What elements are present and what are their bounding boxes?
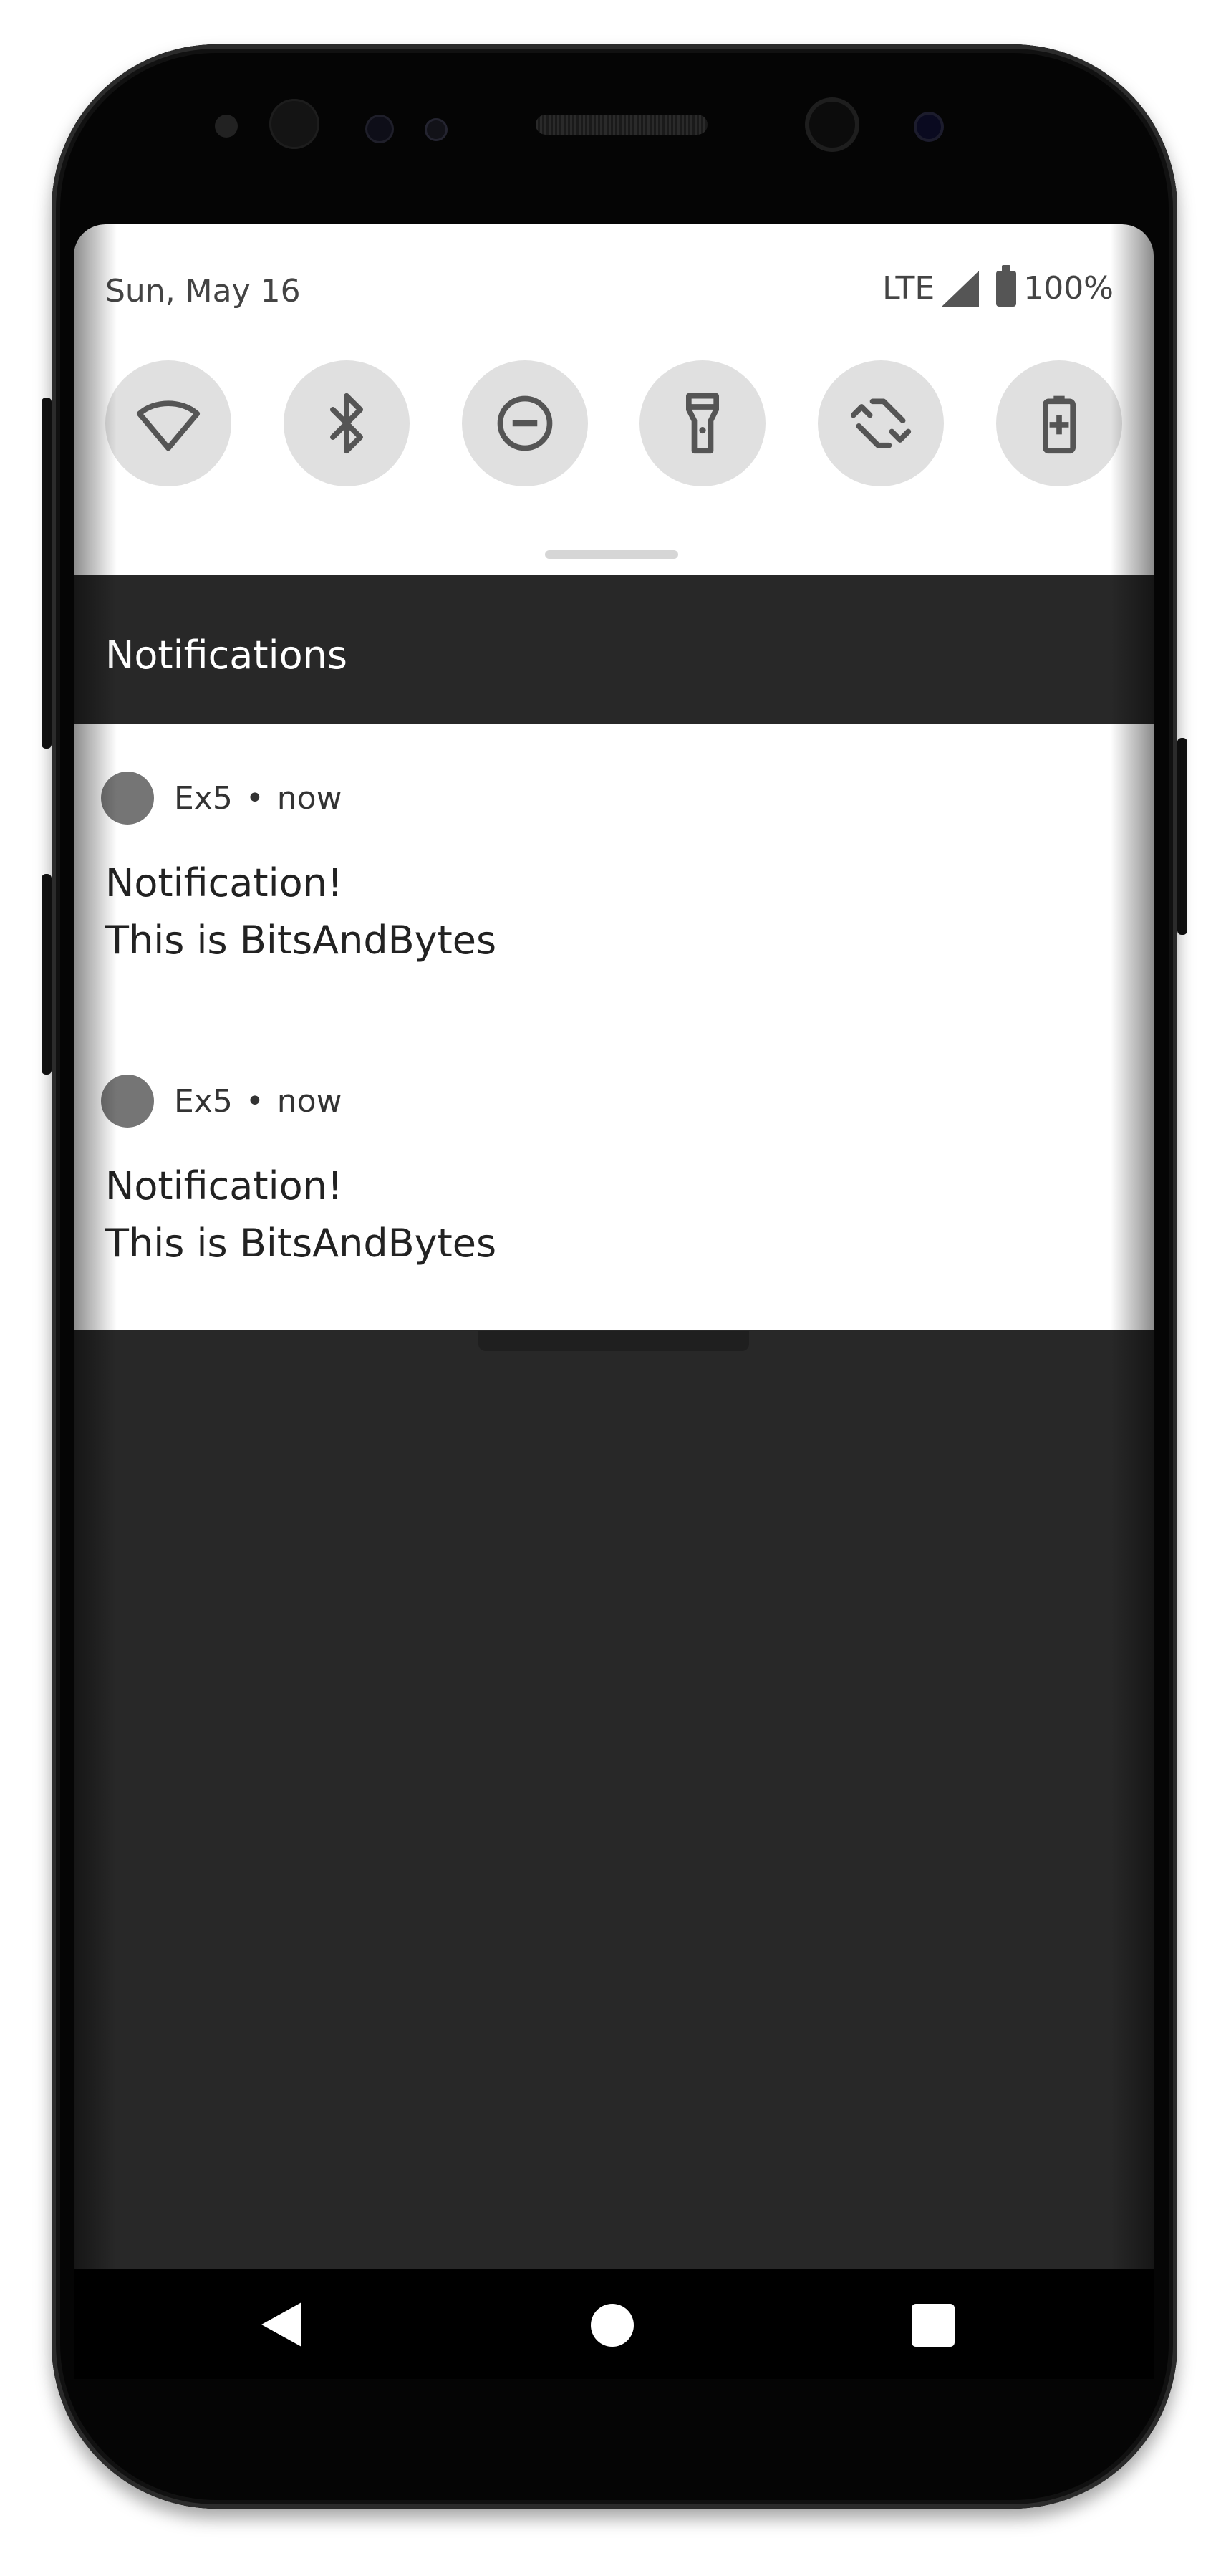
notifications-header: Notifications <box>105 633 347 678</box>
separator-dot: • <box>245 779 264 817</box>
notification-title: Notification! <box>105 1163 343 1208</box>
light-sensor <box>365 115 394 143</box>
notification-time: now <box>276 779 342 817</box>
home-icon[interactable] <box>591 2304 634 2347</box>
battery-icon <box>996 264 1017 307</box>
app-icon <box>101 772 154 825</box>
auto-rotate-icon <box>851 398 912 448</box>
flashlight-icon <box>686 393 720 454</box>
earpiece-speaker <box>536 115 708 135</box>
navigation-bar <box>74 2269 1154 2379</box>
quick-settings-tiles <box>105 360 1122 486</box>
wifi-icon <box>136 400 201 451</box>
notification-body: This is BitsAndBytes <box>105 918 497 963</box>
battery-saver-tile[interactable] <box>995 360 1122 486</box>
notification-header-row: Ex5 • now <box>101 1075 342 1128</box>
notification-header-row: Ex5 • now <box>101 772 342 825</box>
notification-time: now <box>276 1082 342 1120</box>
iris-sensor <box>269 99 319 149</box>
front-camera <box>805 97 859 152</box>
volume-up-button <box>42 398 52 749</box>
iris-camera <box>914 112 944 142</box>
status-indicators: LTE 100% <box>882 264 1114 307</box>
card-shadow <box>478 1331 749 1351</box>
network-type: LTE <box>882 270 935 307</box>
battery-saver-icon <box>1042 395 1076 454</box>
auto-rotate-tile[interactable] <box>818 360 945 486</box>
wifi-tile[interactable] <box>105 360 231 486</box>
bluetooth-tile[interactable] <box>283 360 410 486</box>
bluetooth-icon <box>329 393 363 454</box>
proximity-sensor <box>215 115 238 138</box>
volume-down-button <box>42 874 52 1075</box>
app-name: Ex5 <box>174 779 233 817</box>
do-not-disturb-icon <box>497 395 552 451</box>
notification-card[interactable]: Ex5 • now Notification! This is BitsAndB… <box>74 1027 1154 1330</box>
app-name: Ex5 <box>174 1082 233 1120</box>
notification-body: This is BitsAndBytes <box>105 1221 497 1266</box>
recents-icon[interactable] <box>912 2304 955 2347</box>
power-button <box>1177 738 1187 935</box>
flashlight-tile[interactable] <box>639 360 766 486</box>
signal-icon <box>942 270 980 307</box>
separator-dot: • <box>245 1082 264 1120</box>
back-icon[interactable] <box>261 2302 301 2347</box>
panel-drag-handle[interactable] <box>545 550 678 559</box>
status-date: Sun, May 16 <box>105 273 301 309</box>
quick-settings-panel: Sun, May 16 LTE 100% <box>74 224 1154 575</box>
notification-card[interactable]: Ex5 • now Notification! This is BitsAndB… <box>74 724 1154 1027</box>
app-icon <box>101 1075 154 1128</box>
led-indicator <box>425 118 448 141</box>
notification-title: Notification! <box>105 860 343 905</box>
do-not-disturb-tile[interactable] <box>461 360 588 486</box>
screen: Sun, May 16 LTE 100% Notifications Ex5 •… <box>74 224 1154 2379</box>
battery-percent: 100% <box>1023 270 1114 307</box>
